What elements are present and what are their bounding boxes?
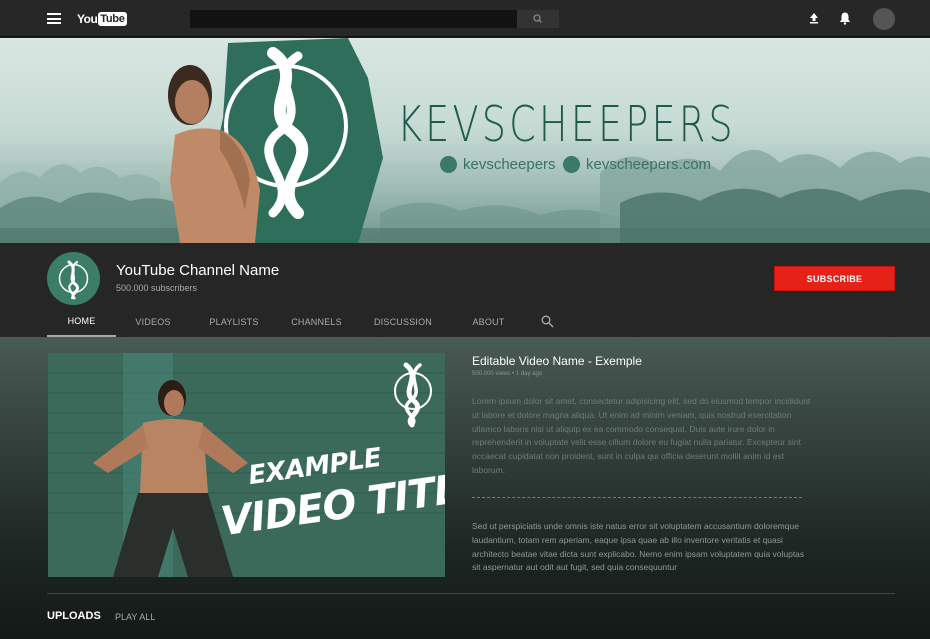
channel-avatar[interactable] [47,252,100,305]
tab-playlists[interactable]: PLAYLISTS [190,307,278,337]
home-content: EXAMPLE VIDEO TITLE Editable Video Name … [0,337,930,639]
tab-videos[interactable]: VIDEOS [116,307,190,337]
uploads-heading[interactable]: UPLOADS [47,610,101,622]
featured-video-description-1: Lorem ipsum dolor sit amet, consectetur … [472,396,811,475]
channel-tabs: HOME VIDEOS PLAYLISTS CHANNELS DISCUSSIO… [47,307,526,337]
instagram-icon [440,156,457,173]
channel-header: YouTube Channel Name 500.000 subscribers… [0,243,930,337]
website-url: kevscheepers.com [586,156,712,173]
top-navbar: You Tube [0,0,930,37]
globe-icon [563,156,580,173]
logo-you-text: You [77,12,98,26]
featured-video-meta: 500.000 views • 1 day ago [472,371,543,377]
featured-video-thumbnail[interactable]: EXAMPLE VIDEO TITLE [48,353,445,577]
tab-channels[interactable]: CHANNELS [278,307,355,337]
channel-search-icon[interactable] [541,315,554,328]
person-photo [168,65,260,243]
channel-name: YouTube Channel Name [116,262,280,279]
search-input[interactable] [190,10,517,28]
website-link[interactable]: kevscheepers.com [563,156,711,173]
upload-icon[interactable] [807,11,821,25]
channel-banner: KEVSCHEEPERS kevscheepers kevscheepers.c… [0,38,930,243]
tab-home[interactable]: HOME [47,307,116,337]
bell-icon[interactable] [838,11,852,25]
subscribe-button[interactable]: SUBSCRIBE [774,266,895,291]
instagram-link[interactable]: kevscheepers [440,156,556,173]
search-icon [533,14,542,23]
menu-icon[interactable] [47,13,61,24]
featured-video-description-2: Sed ut perspiciatis unde omnis iste natu… [472,521,805,573]
account-avatar[interactable] [873,8,895,30]
featured-video-title[interactable]: Editable Video Name - Exemple [472,354,642,368]
brand-name: KEVSCHEEPERS [397,96,736,153]
section-divider [47,593,895,594]
tab-about[interactable]: ABOUT [451,307,526,337]
tab-discussion[interactable]: DISCUSSION [355,307,451,337]
logo-tube-text: Tube [98,12,127,26]
dna-logo-icon [58,260,89,300]
instagram-handle: kevscheepers [463,156,556,173]
search-button[interactable] [517,10,559,28]
play-all-button[interactable]: PLAY ALL [115,612,155,622]
youtube-logo[interactable]: You Tube [77,11,127,27]
subscriber-count: 500.000 subscribers [116,283,198,293]
description-divider [472,497,802,498]
